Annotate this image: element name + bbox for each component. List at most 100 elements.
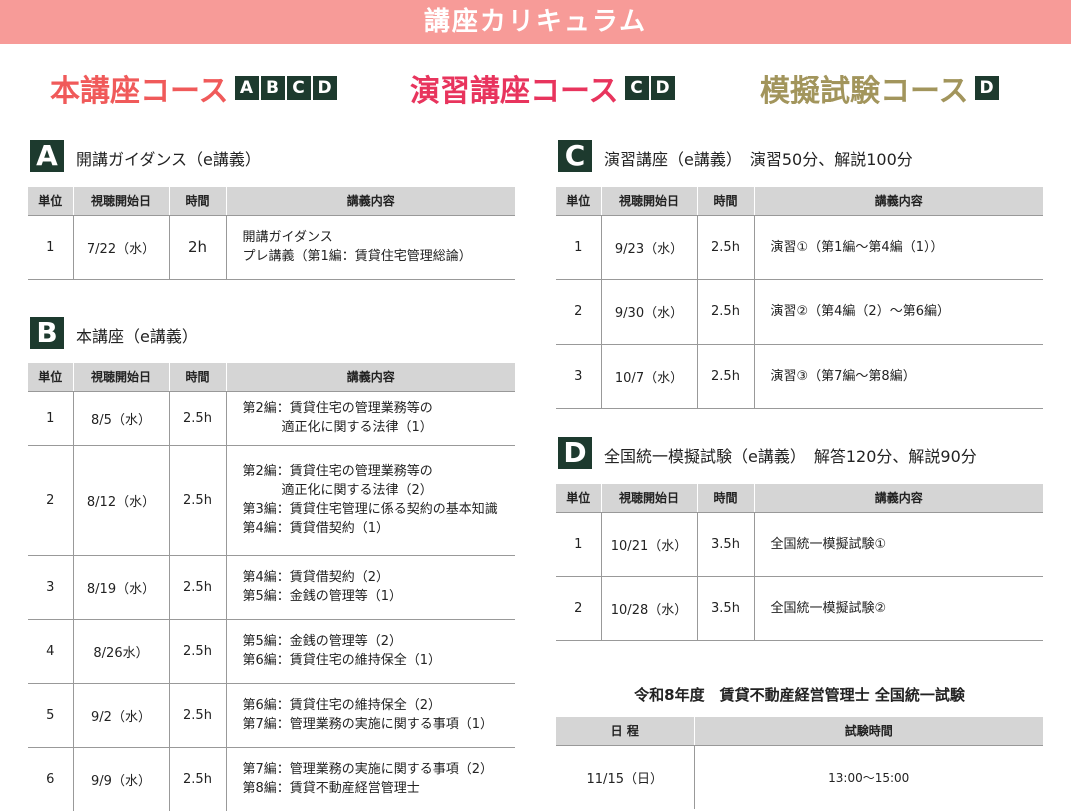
content-cell: 第4編：賃貸借契約（2） 第5編：金銭の管理等（1） [225, 555, 515, 620]
start-date-header: 視聴開始日 [600, 484, 697, 513]
content-line: 第7編：管理業務の実施に関する事項（1） [242, 717, 494, 732]
start-date-cell: 10/28（水） [600, 576, 697, 641]
start-date-cell: 8/5（水） [72, 391, 169, 446]
table-row: 2 9/30（水） 2.5h 演習②（第4編（2）～第6編） [556, 279, 1043, 345]
unit-cell: 3 [28, 555, 73, 620]
start-date-cell: 8/12（水） [72, 445, 169, 556]
section-letter: D [558, 437, 592, 469]
unit-cell: 5 [28, 683, 73, 748]
section-c-table: 単位 視聴開始日 時間 講義内容 1 9/23（水） 2.5h 演習①（第1編～第4編（1））… [556, 187, 1043, 409]
start-date-cell: 9/23（水） [600, 215, 697, 280]
unit-header: 単位 [556, 187, 601, 216]
exam-time: 13:00～15:00 [693, 745, 1043, 809]
exam-time-header: 試験時間 [693, 717, 1043, 746]
unit-cell: 1 [28, 391, 73, 446]
content-cell: 演習①（第1編～第4編（1）） [753, 215, 1043, 280]
duration-cell: 2.5h [168, 445, 226, 556]
table-row: 4 8/26水） 2.5h 第5編：金銭の管理等（2） 第6編：賃貸住宅の維持保全（1） [28, 619, 515, 684]
content-line: 第6編：賃貸住宅の維持保全（2） [242, 698, 442, 713]
table-row: 3 8/19（水） 2.5h 第4編：賃貸借契約（2） 第5編：金銭の管理等（1） [28, 555, 515, 620]
section-title: 全国統一模擬試験（e講義） 解答120分、解説90分 [604, 447, 977, 466]
content-line: 全国統一模擬試験① [770, 536, 887, 552]
content-line: 第3編：賃貸住宅管理に係る契約の基本知識 [242, 502, 498, 517]
duration-cell: 2.5h [696, 279, 754, 345]
section-title: 演習講座（e講義） 演習50分、解説100分 [604, 150, 913, 169]
content-cell: 第2編：賃貸住宅の管理業務等の 適正化に関する法律（2） 第3編：賃貸住宅管理に係… [225, 445, 515, 556]
content-cell: 全国統一模擬試験② [753, 576, 1043, 641]
table-row: 6 9/9（水） 2.5h 第7編：管理業務の実施に関する事項（2） 第8編：賃貸不動産… [28, 747, 515, 811]
exam-table: 日 程 試験時間 11/15（日） 13:00～15:00 [556, 717, 1043, 809]
duration-header: 時間 [696, 484, 754, 513]
table-row: 1 7/22（水） 2h 開講ガイダンス プレ講義（第1編：賃貸住宅管理総論） [28, 215, 515, 280]
content-cell: 第2編：賃貸住宅の管理業務等の 適正化に関する法律（1） [225, 391, 515, 446]
content-cell: 第6編：賃貸住宅の維持保全（2） 第7編：管理業務の実施に関する事項（1） [225, 683, 515, 748]
content-line: 第4編：賃貸借契約（2） [242, 570, 390, 585]
content-line: 演習③（第7編～第8編） [770, 368, 916, 384]
content-line: 第2編：賃貸住宅の管理業務等の [242, 401, 433, 416]
unit-cell: 4 [28, 619, 73, 684]
section-letter: B [30, 317, 64, 349]
exam-date-header: 日 程 [556, 717, 694, 746]
content-cell: 第5編：金銭の管理等（2） 第6編：賃貸住宅の維持保全（1） [225, 619, 515, 684]
exam-date: 11/15（日） [586, 771, 663, 787]
course-main: 本講座コース A B C D [50, 66, 337, 110]
section-a-heading: A 開講ガイダンス（e講義） [30, 140, 261, 172]
start-date-cell: 9/2（水） [72, 683, 169, 748]
unit-cell: 6 [28, 747, 73, 811]
duration-cell: 2.5h [168, 683, 226, 748]
unit-cell: 2 [556, 279, 601, 345]
content-line: 第6編：賃貸住宅の維持保全（1） [242, 653, 442, 668]
content-line: 開講ガイダンス [242, 230, 333, 245]
section-letter: A [30, 140, 64, 172]
start-date-header: 視聴開始日 [72, 363, 169, 392]
duration-cell: 3.5h [696, 576, 754, 641]
start-date-cell: 8/19（水） [72, 555, 169, 620]
unit-header: 単位 [28, 187, 73, 216]
course-badge: C [624, 76, 649, 100]
table-row: 2 10/28（水） 3.5h 全国統一模擬試験② [556, 576, 1043, 641]
content-cell: 全国統一模擬試験① [753, 512, 1043, 577]
table-row: 2 8/12（水） 2.5h 第2編：賃貸住宅の管理業務等の 適正化に関する法律（2）… [28, 445, 515, 556]
content-header: 講義内容 [753, 484, 1043, 513]
section-d-table: 単位 視聴開始日 時間 講義内容 1 10/21（水） 3.5h 全国統一模擬試験① 2 10/2… [556, 484, 1043, 641]
duration-cell: 2.5h [168, 747, 226, 811]
section-title: 本講座（e講義） [76, 327, 198, 346]
duration-cell: 2.5h [168, 555, 226, 620]
start-date-header: 視聴開始日 [600, 187, 697, 216]
course-badge: A [234, 76, 259, 100]
content-line: プレ講義（第1編：賃貸住宅管理総論） [242, 249, 472, 264]
content-line: 演習②（第4編（2）～第6編） [770, 304, 950, 319]
duration-cell: 2h [168, 215, 226, 280]
unit-header: 単位 [556, 484, 601, 513]
course-practice: 演習講座コース C D [410, 66, 675, 110]
content-header: 講義内容 [753, 187, 1043, 216]
content-line: 適正化に関する法律（1） [242, 420, 433, 435]
start-date-cell: 8/26水） [72, 619, 169, 684]
start-date-cell: 7/22（水） [72, 215, 169, 280]
content-header: 講義内容 [225, 363, 515, 392]
content-line: 第5編：金銭の管理等（1） [242, 589, 403, 604]
start-date-cell: 9/9（水） [72, 747, 169, 811]
content-cell: 演習③（第7編～第8編） [753, 344, 1043, 409]
start-date-cell: 9/30（水） [600, 279, 697, 345]
duration-cell: 3.5h [696, 512, 754, 577]
section-b-table: 単位 視聴開始日 時間 講義内容 1 8/5（水） 2.5h 第2編：賃貸住宅の管理業務等の … [28, 363, 515, 811]
course-list: 本講座コース A B C D 演習講座コース C D 模擬試験コース D [0, 66, 1071, 110]
section-a-table: 単位 視聴開始日 時間 講義内容 1 7/22（水） 2h 開講ガイダンス プレ講義（第1編：賃… [28, 187, 515, 280]
course-name: 演習講座コース [410, 74, 619, 109]
section-d-heading: D 全国統一模擬試験（e講義） 解答120分、解説90分 [558, 437, 977, 469]
duration-cell: 2.5h [168, 619, 226, 684]
section-letter: C [558, 140, 592, 172]
content-header: 講義内容 [225, 187, 515, 216]
content-cell: 開講ガイダンスプレ講義（第1編：賃貸住宅管理総論） [225, 215, 515, 280]
course-badge: B [260, 76, 285, 100]
content-line: 第8編：賃貸不動産経営管理士 [242, 781, 420, 796]
exam-title: 令和8年度 賃貸不動産経営管理士 全国統一試験 [634, 686, 965, 704]
course-mock-exam: 模擬試験コース D [760, 66, 999, 110]
section-c-heading: C 演習講座（e講義） 演習50分、解説100分 [558, 140, 913, 172]
table-row: 3 10/7（水） 2.5h 演習③（第7編～第8編） [556, 344, 1043, 409]
table-row: 1 9/23（水） 2.5h 演習①（第1編～第4編（1）） [556, 215, 1043, 280]
start-date-cell: 10/21（水） [600, 512, 697, 577]
content-cell: 第7編：管理業務の実施に関する事項（2） 第8編：賃貸不動産経営管理士 [225, 747, 515, 811]
unit-cell: 2 [28, 445, 73, 556]
